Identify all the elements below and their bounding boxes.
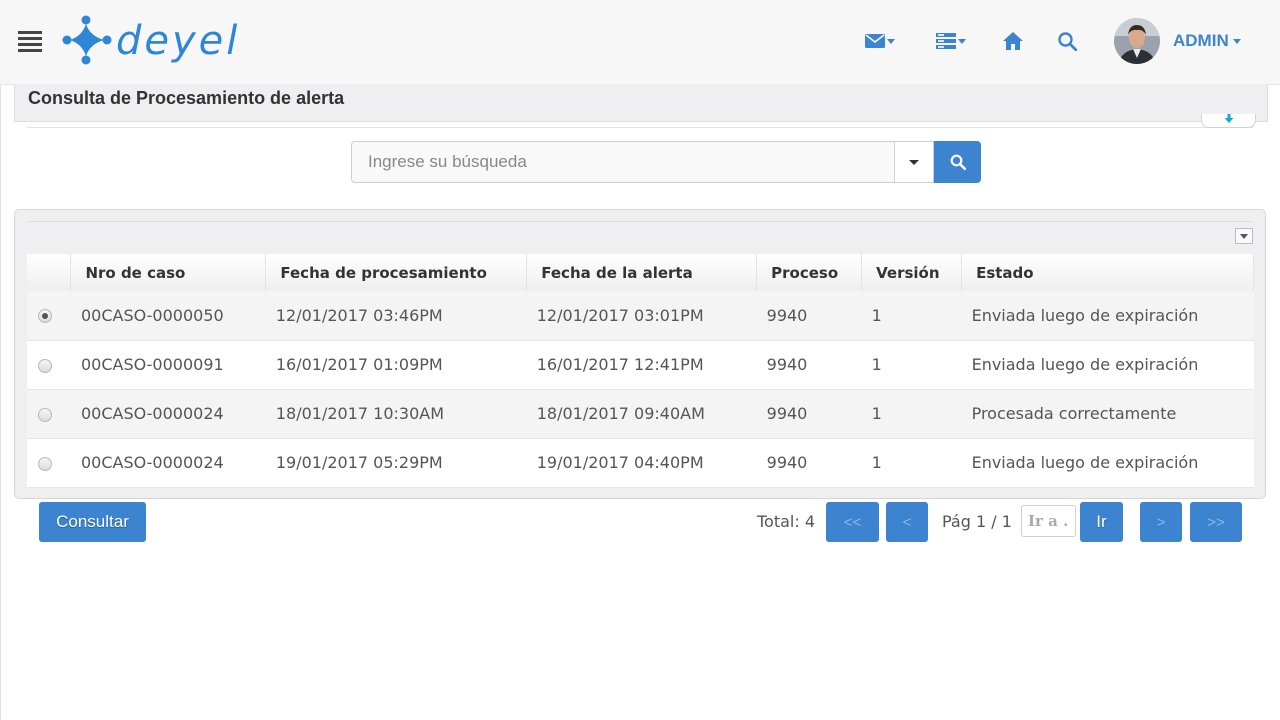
table-cell: 18/01/2017 10:30AM	[265, 389, 527, 439]
table-cell: 00CASO-0000024	[70, 389, 266, 439]
user-name: ADMIN	[1173, 31, 1229, 50]
collapse-toggle[interactable]	[1201, 114, 1256, 128]
table-cell: 9940	[756, 340, 862, 390]
chevron-down-icon	[887, 38, 895, 44]
chevron-down-icon	[1232, 38, 1241, 44]
row-select-radio[interactable]	[38, 358, 52, 373]
table-cell: 19/01/2017 04:40PM	[526, 438, 757, 488]
table-cell: 19/01/2017 05:29PM	[265, 438, 527, 488]
mail-menu-button[interactable]	[865, 28, 895, 54]
chevron-down-icon	[909, 159, 919, 165]
chevron-down-icon	[1240, 233, 1248, 239]
first-page-button[interactable]: <<	[826, 502, 879, 542]
last-page-button[interactable]: >>	[1190, 502, 1242, 542]
table-cell: 9940	[756, 438, 862, 488]
search-icon	[1058, 31, 1077, 51]
page-title: Consulta de Procesamiento de alerta	[28, 88, 345, 108]
brand-name: deyel	[116, 18, 240, 64]
column-header[interactable]: Estado	[961, 254, 1254, 291]
table-cell: 00CASO-0000050	[70, 291, 266, 341]
chevron-down-icon	[958, 38, 966, 44]
table-cell: Enviada luego de expiración	[961, 438, 1254, 488]
mail-icon	[865, 34, 885, 48]
results-grid-panel: Nro de caso Fecha de procesamiento Fecha…	[14, 209, 1266, 499]
search-button[interactable]	[1058, 28, 1077, 54]
search-icon	[950, 154, 966, 170]
top-navbar: deyel ADMIN	[0, 0, 1280, 85]
home-button[interactable]	[1003, 28, 1023, 54]
table-cell: 1	[861, 438, 962, 488]
column-header[interactable]: Fecha de procesamiento	[265, 254, 528, 291]
table-cell: 1	[861, 291, 962, 341]
search-submit-button[interactable]	[934, 141, 981, 183]
search-bar	[351, 141, 981, 183]
table-row[interactable]: 00CASO-0000024 19/01/2017 05:29PM 19/01/…	[27, 438, 1254, 488]
grid-options-button[interactable]	[1235, 228, 1253, 244]
search-options-dropdown[interactable]	[895, 141, 934, 183]
next-page-button[interactable]: >	[1140, 502, 1182, 542]
prev-page-button[interactable]: <	[886, 502, 928, 542]
table-cell: 12/01/2017 03:01PM	[526, 291, 757, 341]
goto-page-input[interactable]	[1021, 505, 1076, 537]
avatar[interactable]	[1114, 18, 1160, 64]
table-cell: 1	[861, 389, 962, 439]
page-indicator: Pág 1 / 1	[942, 512, 1012, 531]
hamburger-icon[interactable]	[18, 31, 42, 52]
table-cell: Enviada luego de expiración	[961, 291, 1254, 341]
left-border	[0, 84, 1, 720]
column-header[interactable]: Fecha de la alerta	[526, 254, 758, 291]
results-table: Nro de caso Fecha de procesamiento Fecha…	[27, 254, 1254, 488]
row-select-radio[interactable]	[38, 456, 52, 471]
deyel-logo[interactable]: deyel	[62, 14, 292, 66]
row-select-radio[interactable]	[38, 309, 52, 324]
list-icon	[936, 33, 956, 49]
table-cell: 1	[861, 340, 962, 390]
page-title-bar: Consulta de Procesamiento de alerta	[14, 84, 1268, 122]
table-cell: 9940	[756, 389, 862, 439]
table-cell: 9940	[756, 291, 862, 341]
table-cell: 18/01/2017 09:40AM	[526, 389, 757, 439]
row-select-radio[interactable]	[38, 407, 52, 422]
total-count: Total: 4	[757, 512, 816, 531]
divider	[27, 127, 1253, 128]
consultar-button[interactable]: Consultar	[39, 502, 146, 542]
table-cell: 00CASO-0000024	[70, 438, 266, 488]
column-header[interactable]: Proceso	[756, 254, 863, 291]
table-row[interactable]: 00CASO-0000050 12/01/2017 03:46PM 12/01/…	[27, 291, 1254, 341]
divider	[27, 221, 1253, 222]
column-header[interactable]: Versión	[861, 254, 963, 291]
go-button[interactable]: Ir	[1080, 502, 1123, 542]
table-row[interactable]: 00CASO-0000024 18/01/2017 10:30AM 18/01/…	[27, 389, 1254, 439]
table-header-row: Nro de caso Fecha de procesamiento Fecha…	[27, 254, 1254, 291]
home-icon	[1003, 32, 1023, 50]
table-cell: Procesada correctamente	[961, 389, 1254, 439]
list-menu-button[interactable]	[936, 28, 966, 54]
table-cell: 12/01/2017 03:46PM	[265, 291, 527, 341]
column-header-select	[27, 254, 72, 291]
column-header[interactable]: Nro de caso	[70, 254, 267, 291]
table-cell: 00CASO-0000091	[70, 340, 266, 390]
table-cell: 16/01/2017 01:09PM	[265, 340, 527, 390]
search-input[interactable]	[351, 141, 895, 183]
table-cell: 16/01/2017 12:41PM	[526, 340, 757, 390]
table-row[interactable]: 00CASO-0000091 16/01/2017 01:09PM 16/01/…	[27, 340, 1254, 390]
table-cell: Enviada luego de expiración	[961, 340, 1254, 390]
user-menu[interactable]: ADMIN	[1173, 31, 1241, 51]
arrow-down-icon	[1224, 114, 1233, 123]
